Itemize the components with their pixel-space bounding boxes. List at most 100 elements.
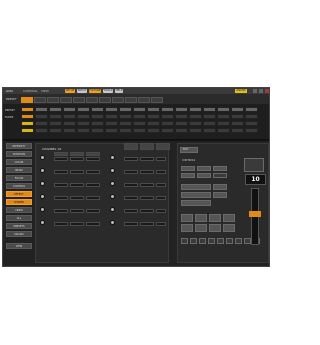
preset-tab-7[interactable] bbox=[99, 97, 111, 103]
grid-cell[interactable] bbox=[35, 121, 48, 126]
knob[interactable] bbox=[110, 155, 115, 160]
grid-cell[interactable] bbox=[175, 114, 188, 119]
value-field[interactable] bbox=[70, 222, 84, 226]
grid-cell[interactable] bbox=[49, 107, 62, 112]
grid-cell[interactable] bbox=[189, 114, 202, 119]
value-field[interactable] bbox=[54, 170, 68, 174]
preset-tab-2[interactable] bbox=[34, 97, 46, 103]
value-field[interactable] bbox=[70, 183, 84, 187]
grid-cell[interactable] bbox=[49, 128, 62, 133]
step-button[interactable] bbox=[190, 238, 197, 244]
value-field[interactable] bbox=[140, 196, 154, 200]
control-button[interactable] bbox=[213, 192, 227, 198]
step-button[interactable] bbox=[226, 238, 233, 244]
control-button[interactable] bbox=[181, 166, 195, 171]
grid-cell[interactable] bbox=[105, 107, 118, 112]
value-field[interactable] bbox=[86, 209, 100, 213]
knob[interactable] bbox=[40, 220, 45, 225]
value-field[interactable] bbox=[156, 157, 166, 161]
grid-cell[interactable] bbox=[147, 121, 160, 126]
value-field[interactable] bbox=[86, 157, 100, 161]
knob[interactable] bbox=[40, 181, 45, 186]
grid-cell[interactable] bbox=[231, 114, 244, 119]
value-field[interactable] bbox=[124, 209, 138, 213]
master-fader[interactable] bbox=[249, 188, 261, 245]
knob[interactable] bbox=[40, 155, 45, 160]
knob[interactable] bbox=[110, 168, 115, 173]
preset-tab-6[interactable] bbox=[86, 97, 98, 103]
value-field[interactable] bbox=[140, 157, 154, 161]
keypad-button[interactable] bbox=[209, 224, 221, 232]
preset-tab-10[interactable] bbox=[138, 97, 150, 103]
toolbar-patch[interactable]: PATCH bbox=[77, 89, 87, 93]
preset-tab-11[interactable] bbox=[151, 97, 163, 103]
step-button[interactable] bbox=[208, 238, 215, 244]
grid-cell[interactable] bbox=[63, 128, 76, 133]
keypad-button[interactable] bbox=[209, 214, 221, 222]
keypad-button[interactable] bbox=[223, 214, 235, 222]
value-field[interactable] bbox=[156, 196, 166, 200]
knob[interactable] bbox=[110, 207, 115, 212]
value-field[interactable] bbox=[86, 183, 100, 187]
grid-cell[interactable] bbox=[133, 107, 146, 112]
value-field[interactable] bbox=[86, 222, 100, 226]
grid-cell[interactable] bbox=[21, 121, 34, 126]
value-field[interactable] bbox=[140, 222, 154, 226]
step-button[interactable] bbox=[244, 238, 251, 244]
grid-cell[interactable] bbox=[147, 114, 160, 119]
sidebar-item[interactable]: BEAM bbox=[6, 167, 32, 173]
control-button[interactable] bbox=[181, 184, 211, 190]
sidebar-item[interactable]: INTENSITY bbox=[6, 143, 32, 149]
grid-cell[interactable] bbox=[91, 121, 104, 126]
keypad-button[interactable] bbox=[181, 224, 193, 232]
grid-cell[interactable] bbox=[77, 114, 90, 119]
grid-cell[interactable] bbox=[231, 107, 244, 112]
grid-cell[interactable] bbox=[91, 107, 104, 112]
value-field[interactable] bbox=[124, 183, 138, 187]
sidebar-item[interactable]: ALL bbox=[6, 215, 32, 221]
control-button[interactable] bbox=[213, 166, 227, 171]
value-field[interactable] bbox=[156, 170, 166, 174]
grid-cell[interactable] bbox=[105, 128, 118, 133]
grid-cell[interactable] bbox=[119, 128, 132, 133]
grid-cell[interactable] bbox=[105, 121, 118, 126]
value-field[interactable] bbox=[54, 222, 68, 226]
control-button[interactable] bbox=[197, 166, 211, 171]
grid-cell[interactable] bbox=[217, 114, 230, 119]
preset-tab-1[interactable] bbox=[21, 97, 33, 103]
value-field[interactable] bbox=[86, 196, 100, 200]
grid-cell[interactable] bbox=[217, 121, 230, 126]
grid-cell[interactable] bbox=[175, 128, 188, 133]
grid-cell[interactable] bbox=[245, 121, 258, 126]
sidebar-item[interactable]: POSITION bbox=[6, 151, 32, 157]
close-icon[interactable] bbox=[265, 89, 269, 93]
grid-cell[interactable] bbox=[119, 107, 132, 112]
grid-cell[interactable] bbox=[133, 121, 146, 126]
preset-tab-4[interactable] bbox=[60, 97, 72, 103]
value-field[interactable] bbox=[54, 157, 68, 161]
grid-cell[interactable] bbox=[77, 128, 90, 133]
step-button[interactable] bbox=[235, 238, 242, 244]
preset-tab-5[interactable] bbox=[73, 97, 85, 103]
value-field[interactable] bbox=[156, 222, 166, 226]
grid-cell[interactable] bbox=[49, 114, 62, 119]
grid-cell[interactable] bbox=[77, 107, 90, 112]
grid-cell[interactable] bbox=[119, 114, 132, 119]
value-field[interactable] bbox=[124, 196, 138, 200]
grid-cell[interactable] bbox=[91, 128, 104, 133]
grid-cell[interactable] bbox=[21, 114, 34, 119]
value-field[interactable] bbox=[54, 183, 68, 187]
sidebar-item[interactable]: VIEW bbox=[6, 243, 32, 249]
grid-cell[interactable] bbox=[63, 121, 76, 126]
toolbar-tools[interactable]: TOOLS bbox=[103, 89, 113, 93]
maximize-icon[interactable] bbox=[259, 89, 263, 93]
grid-cell[interactable] bbox=[35, 107, 48, 112]
toolbar-fixture[interactable]: FIXTURE bbox=[89, 89, 101, 93]
step-button[interactable] bbox=[181, 238, 188, 244]
control-button[interactable] bbox=[197, 173, 211, 178]
grid-cell[interactable] bbox=[63, 114, 76, 119]
grid-cell[interactable] bbox=[245, 107, 258, 112]
fader-cap[interactable] bbox=[249, 211, 261, 217]
step-button[interactable] bbox=[217, 238, 224, 244]
grid-cell[interactable] bbox=[245, 114, 258, 119]
